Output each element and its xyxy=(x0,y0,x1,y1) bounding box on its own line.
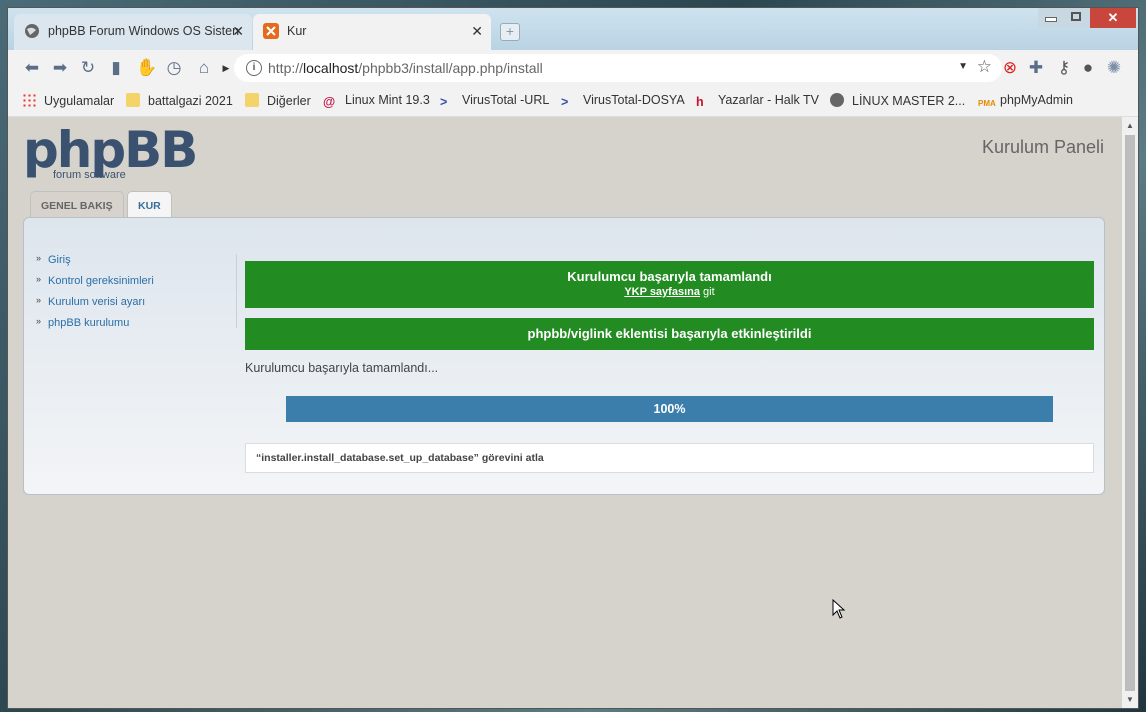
extension-gear-icon[interactable]: ✺ xyxy=(1104,58,1124,78)
logo-word: phpBB xyxy=(23,121,198,179)
more-arrow-icon[interactable]: ▶ xyxy=(216,58,236,78)
scroll-up-arrow-icon[interactable]: ▲ xyxy=(1126,121,1134,130)
menu-item-phpbb-kurulumu[interactable]: phpBB kurulumu xyxy=(36,316,236,329)
star-icon[interactable]: ☆ xyxy=(977,57,992,77)
bookmarks-bar: Uygulamalar battalgazi 2021 Diğerler @ Li… xyxy=(8,86,1138,117)
virustotal-icon: > xyxy=(440,95,448,109)
link-suffix: git xyxy=(699,286,715,298)
success-link-line: YKP sayfasına git xyxy=(245,286,1094,298)
halktv-icon: h xyxy=(696,95,704,109)
address-bar[interactable]: i http://localhost/phpbb3/install/app.ph… xyxy=(234,54,1002,82)
tab-title: Kur xyxy=(287,24,307,38)
bookmark-item[interactable]: LİNUX MASTER 2... xyxy=(830,93,965,108)
globe-icon xyxy=(830,93,844,107)
home-icon[interactable]: ⌂ xyxy=(194,58,214,78)
mouse-cursor-icon xyxy=(832,599,846,619)
bookmark-label: LİNUX MASTER 2... xyxy=(852,94,966,108)
bookmark-item[interactable]: PMA phpMyAdmin xyxy=(978,93,1073,111)
clock-icon[interactable]: ◷ xyxy=(164,58,184,78)
globe-icon xyxy=(25,24,39,38)
reload-icon[interactable]: ↻ xyxy=(78,58,98,78)
bookmark-item[interactable]: > VirusTotal -URL xyxy=(440,93,549,109)
browser-tab-kur[interactable]: Kur ✕ xyxy=(253,14,491,50)
success-message: Kurulumcu başarıyla tamamlandı YKP sayfa… xyxy=(245,261,1094,308)
url-path: /phpbb3/install/app.php/install xyxy=(358,60,543,76)
menu-item-giris[interactable]: Giriş xyxy=(36,253,236,266)
install-panel: Giriş Kontrol gereksinimleri Kurulum ver… xyxy=(23,217,1105,495)
hand-icon[interactable]: ✋ xyxy=(136,58,157,78)
dropdown-arrow-icon[interactable]: ▼ xyxy=(958,61,968,72)
log-box: “installer.install_database.set_up_datab… xyxy=(245,443,1094,473)
bookmark-label: phpMyAdmin xyxy=(1000,93,1073,107)
minimize-button[interactable] xyxy=(1038,8,1064,28)
scroll-down-arrow-icon[interactable]: ▼ xyxy=(1126,695,1134,704)
status-text: Kurulumcu başarıyla tamamlandı... xyxy=(245,361,439,375)
acp-link[interactable]: YKP sayfasına xyxy=(624,286,700,298)
menu-item-kontrol[interactable]: Kontrol gereksinimleri xyxy=(36,274,236,287)
tab-genel-bakis[interactable]: GENEL BAKIŞ xyxy=(30,191,124,217)
close-tab-icon[interactable]: ✕ xyxy=(471,23,483,40)
browser-toolbar: ⬅ ➡ ↻ ▮ ✋ ◷ ⌂ ▶ i http://localhost/phpbb… xyxy=(8,50,1138,86)
bookmark-label: Diğerler xyxy=(267,94,311,108)
maximize-button[interactable] xyxy=(1064,8,1090,28)
url-text[interactable]: http://localhost/phpbb3/install/app.php/… xyxy=(268,60,543,76)
virustotal-icon: > xyxy=(561,95,569,109)
bookmark-item[interactable]: > VirusTotal-DOSYA xyxy=(561,93,685,109)
bookmark-label: Uygulamalar xyxy=(44,94,115,108)
progress-label: 100% xyxy=(653,402,686,416)
bookmark-item[interactable]: Uygulamalar xyxy=(22,93,114,108)
bookmark-label: VirusTotal-DOSYA xyxy=(583,93,685,107)
apps-grid-icon xyxy=(22,93,36,107)
page-content: phpBB forum software Kurulum Paneli GENE… xyxy=(8,117,1122,708)
menu-item-kurulum-verisi[interactable]: Kurulum verisi ayarı xyxy=(36,295,236,308)
bookmark-label: Linux Mint 19.3 xyxy=(345,93,430,107)
bookmark-item[interactable]: Diğerler xyxy=(245,93,311,108)
bookmark-label: battalgazi 2021 xyxy=(148,94,233,108)
browser-tab-forum[interactable]: phpBB Forum Windows OS Sisten ✕ xyxy=(14,14,252,50)
close-window-button[interactable]: ✕ xyxy=(1090,8,1136,28)
logo-subtitle: forum software xyxy=(53,169,126,181)
puzzle-extension-icon[interactable]: ✚ xyxy=(1026,58,1046,78)
bookmark-label: VirusTotal -URL xyxy=(462,93,550,107)
url-host: localhost xyxy=(303,60,359,76)
new-tab-button[interactable]: + xyxy=(500,23,520,41)
debian-swirl-icon: @ xyxy=(323,95,336,109)
tab-title: phpBB Forum Windows OS Sisten xyxy=(48,24,240,38)
vertical-scrollbar[interactable]: ▲ ▼ xyxy=(1122,117,1138,708)
phpbb-logo[interactable]: phpBB forum software xyxy=(23,121,198,181)
profile-icon[interactable]: ● xyxy=(1078,58,1098,78)
extension-success-message: phpbb/viglink eklentisi başarıyla etkinl… xyxy=(245,318,1094,350)
site-info-icon[interactable]: i xyxy=(246,60,262,76)
success-heading: Kurulumcu başarıyla tamamlandı xyxy=(567,269,772,284)
bookmark-manager-icon[interactable]: ▮ xyxy=(106,58,126,78)
tab-strip: phpBB Forum Windows OS Sisten ✕ Kur ✕ + … xyxy=(8,8,1138,50)
xampp-icon xyxy=(263,23,279,39)
folder-icon xyxy=(126,93,140,107)
page-title: Kurulum Paneli xyxy=(981,137,1104,157)
key-icon[interactable]: ⚷ xyxy=(1054,58,1074,78)
back-icon[interactable]: ⬅ xyxy=(22,58,42,78)
bookmark-item[interactable]: h Yazarlar - Halk TV xyxy=(696,93,819,109)
pma-icon: PMA xyxy=(978,99,996,108)
folder-icon xyxy=(245,93,259,107)
scrollbar-thumb[interactable] xyxy=(1125,135,1135,691)
bookmark-item[interactable]: @ Linux Mint 19.3 xyxy=(323,93,430,109)
browser-window: phpBB Forum Windows OS Sisten ✕ Kur ✕ + … xyxy=(8,8,1138,708)
bookmark-label: Yazarlar - Halk TV xyxy=(718,93,819,107)
install-menu: Giriş Kontrol gereksinimleri Kurulum ver… xyxy=(36,253,237,329)
close-tab-icon[interactable]: ✕ xyxy=(232,23,244,40)
bookmark-item[interactable]: battalgazi 2021 xyxy=(126,93,233,108)
tab-kur[interactable]: KUR xyxy=(127,191,172,218)
blocker-extension-icon[interactable]: ⊗ xyxy=(1000,58,1020,78)
progress-bar: 100% xyxy=(286,396,1053,422)
url-prefix: http:// xyxy=(268,60,304,76)
forward-icon[interactable]: ➡ xyxy=(50,58,70,78)
